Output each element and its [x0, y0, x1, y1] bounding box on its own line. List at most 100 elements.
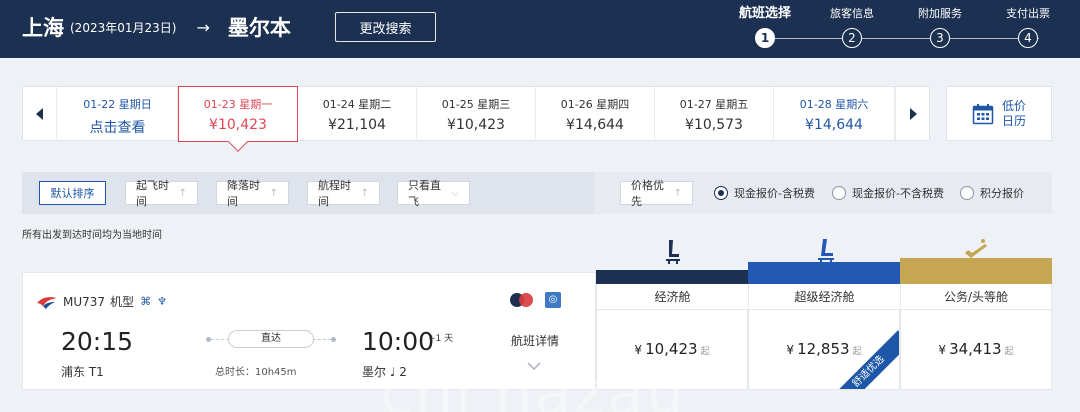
price-value: ¥10,423 起 [597, 340, 747, 358]
business-color-bar [900, 258, 1052, 284]
step-label: 附加服务 [918, 7, 962, 20]
date-label: 01-28 星期六 [799, 98, 869, 111]
radio-label: 积分报价 [980, 187, 1024, 200]
radio-cash-excl-tax[interactable]: 现金报价-不含税费 [832, 185, 944, 201]
caret-right-icon [909, 107, 917, 120]
radio-label: 现金报价-不含税费 [852, 187, 944, 200]
price-premium-economy[interactable]: ¥12,853 起 舒适优选 [748, 310, 900, 390]
date-price: ¥14,644 [566, 117, 624, 133]
price-from-label: 起 [852, 347, 862, 357]
radio-dot [832, 186, 846, 200]
date-cell-0128[interactable]: 01-28 星期六 ¥14,644 [774, 87, 895, 140]
route-summary: 上海 (2023年01月23日) → 墨尔本 [22, 12, 291, 42]
watermark-text: chi hazau [380, 358, 686, 412]
caret-left-icon [35, 107, 43, 120]
route-dot [331, 337, 336, 342]
radio-label: 现金报价-含税费 [734, 187, 815, 200]
sort-arrive-time-button[interactable]: 降落时间 ↑ [216, 179, 289, 208]
price-first-button[interactable]: 价格优先 ↑ [620, 179, 693, 208]
calendar-label-line1: 低价 [1001, 98, 1026, 113]
date-cell-0124[interactable]: 01-24 星期二 ¥21,104 [298, 87, 417, 140]
direct-indicator: 直达 [206, 330, 336, 350]
date-label: 01-27 星期五 [679, 98, 749, 111]
step-number: 3 [930, 28, 950, 48]
calendar-label-line2: 日历 [1001, 113, 1026, 128]
globe-icon: ◎ [545, 292, 561, 308]
date-label: 01-22 星期日 [83, 98, 152, 111]
aircraft-type-link[interactable]: 机型 [110, 293, 134, 310]
date-label: 01-26 星期四 [560, 98, 630, 111]
price-from-label: 起 [1004, 347, 1014, 357]
date-cell-0122[interactable]: 01-22 星期日 点击查看 [58, 87, 178, 140]
step-passenger-info: 旅客信息 2 [807, 6, 897, 48]
departure-time: 20:15 [61, 327, 134, 356]
default-sort-button[interactable]: 默认排序 [39, 181, 106, 205]
route-dot [206, 337, 211, 342]
date-price: 点击查看 [89, 120, 146, 136]
price-value: ¥34,413 起 [901, 340, 1051, 358]
direct-label: 直达 [228, 330, 314, 348]
calendar-label: 低价 日历 [1002, 99, 1026, 129]
direct-only-dropdown[interactable]: 只看直飞 ⌵ [397, 179, 470, 208]
radio-cash-incl-tax[interactable]: 现金报价-含税费 [714, 185, 815, 201]
economy-seat-icon [666, 240, 680, 264]
sort-label: 降落时间 [227, 179, 260, 208]
prev-date-arrow[interactable] [23, 87, 57, 140]
departure-terminal: 浦东 T1 [61, 365, 104, 379]
sort-label: 价格优先 [631, 179, 664, 208]
route-arrow: → [196, 17, 210, 37]
sort-label: 起飞时间 [136, 179, 169, 208]
price-amount: 10,423 [645, 340, 698, 358]
step-label: 支付出票 [1006, 7, 1050, 20]
sort-duration-button[interactable]: 航程时间 ↑ [307, 179, 380, 208]
date-price: ¥14,644 [805, 117, 863, 133]
chevron-down-icon: ⌵ [451, 187, 459, 199]
sort-arrow-up-icon: ↑ [673, 187, 682, 199]
radio-dot [960, 186, 974, 200]
currency-symbol: ¥ [938, 343, 947, 357]
date-label: 01-23 星期一 [203, 98, 273, 111]
step-extra-services: 附加服务 3 [895, 6, 985, 48]
sort-arrow-up-icon: ↑ [269, 187, 278, 199]
modify-search-button[interactable]: 更改搜索 [335, 12, 436, 42]
calendar-icon [972, 103, 994, 124]
filter-right-panel: 价格优先 ↑ 现金报价-含税费 现金报价-不含税费 积分报价 [594, 172, 1052, 214]
flight-details-link[interactable]: 航班详情 [511, 332, 559, 349]
currency-symbol: ¥ [786, 343, 795, 357]
date-cell-0126[interactable]: 01-26 星期四 ¥14,644 [536, 87, 655, 140]
date-price: ¥21,104 [328, 117, 386, 133]
destination-city: 墨尔本 [227, 16, 291, 40]
economy-color-bar [596, 270, 748, 284]
date-price: ¥10,423 [209, 117, 267, 133]
next-date-arrow[interactable] [895, 87, 929, 140]
date-label: 01-25 星期三 [441, 98, 511, 111]
radio-points[interactable]: 积分报价 [960, 185, 1024, 201]
date-cell-0127[interactable]: 01-27 星期五 ¥10,573 [655, 87, 774, 140]
header-bar: 上海 (2023年01月23日) → 墨尔本 更改搜索 航班选择 1 旅客信息 … [0, 0, 1080, 58]
sort-depart-time-button[interactable]: 起飞时间 ↑ [125, 179, 198, 208]
step-label: 旅客信息 [830, 7, 874, 20]
step-payment: 支付出票 4 [983, 6, 1073, 48]
step-number: 2 [842, 28, 862, 48]
date-cell-0125[interactable]: 01-25 星期三 ¥10,423 [417, 87, 536, 140]
airline-logo-icon [37, 296, 57, 309]
cabin-head-economy: 经济舱 [596, 284, 748, 310]
date-price: ¥10,573 [685, 117, 743, 133]
flight-number: MU737 [63, 294, 106, 309]
step-flight-select: 航班选择 1 [720, 6, 810, 48]
sort-label: 航程时间 [318, 179, 351, 208]
sort-arrow-up-icon: ↑ [360, 187, 369, 199]
price-business[interactable]: ¥34,413 起 [900, 310, 1052, 390]
date-strip: 01-22 星期日 点击查看 01-23 星期一 ¥10,423 01-24 星… [22, 86, 930, 152]
low-price-calendar-button[interactable]: 低价 日历 [946, 86, 1052, 141]
date-cell-0123[interactable]: 01-23 星期一 ¥10,423 [178, 86, 298, 152]
arrival-time: 10:00 [362, 327, 435, 356]
plus-day-badge: +1 天 [428, 334, 454, 344]
sort-arrow-up-icon: ↑ [178, 187, 187, 199]
wifi-service-icon: ⌘ [140, 295, 152, 308]
date-label: 01-24 星期二 [322, 98, 392, 111]
total-duration: 总时长：10h45m [215, 367, 297, 378]
price-from-label: 起 [700, 347, 710, 357]
booking-steps: 航班选择 1 旅客信息 2 附加服务 3 支付出票 4 [720, 0, 1070, 58]
cabin-head-business: 公务/头等舱 [900, 284, 1052, 310]
